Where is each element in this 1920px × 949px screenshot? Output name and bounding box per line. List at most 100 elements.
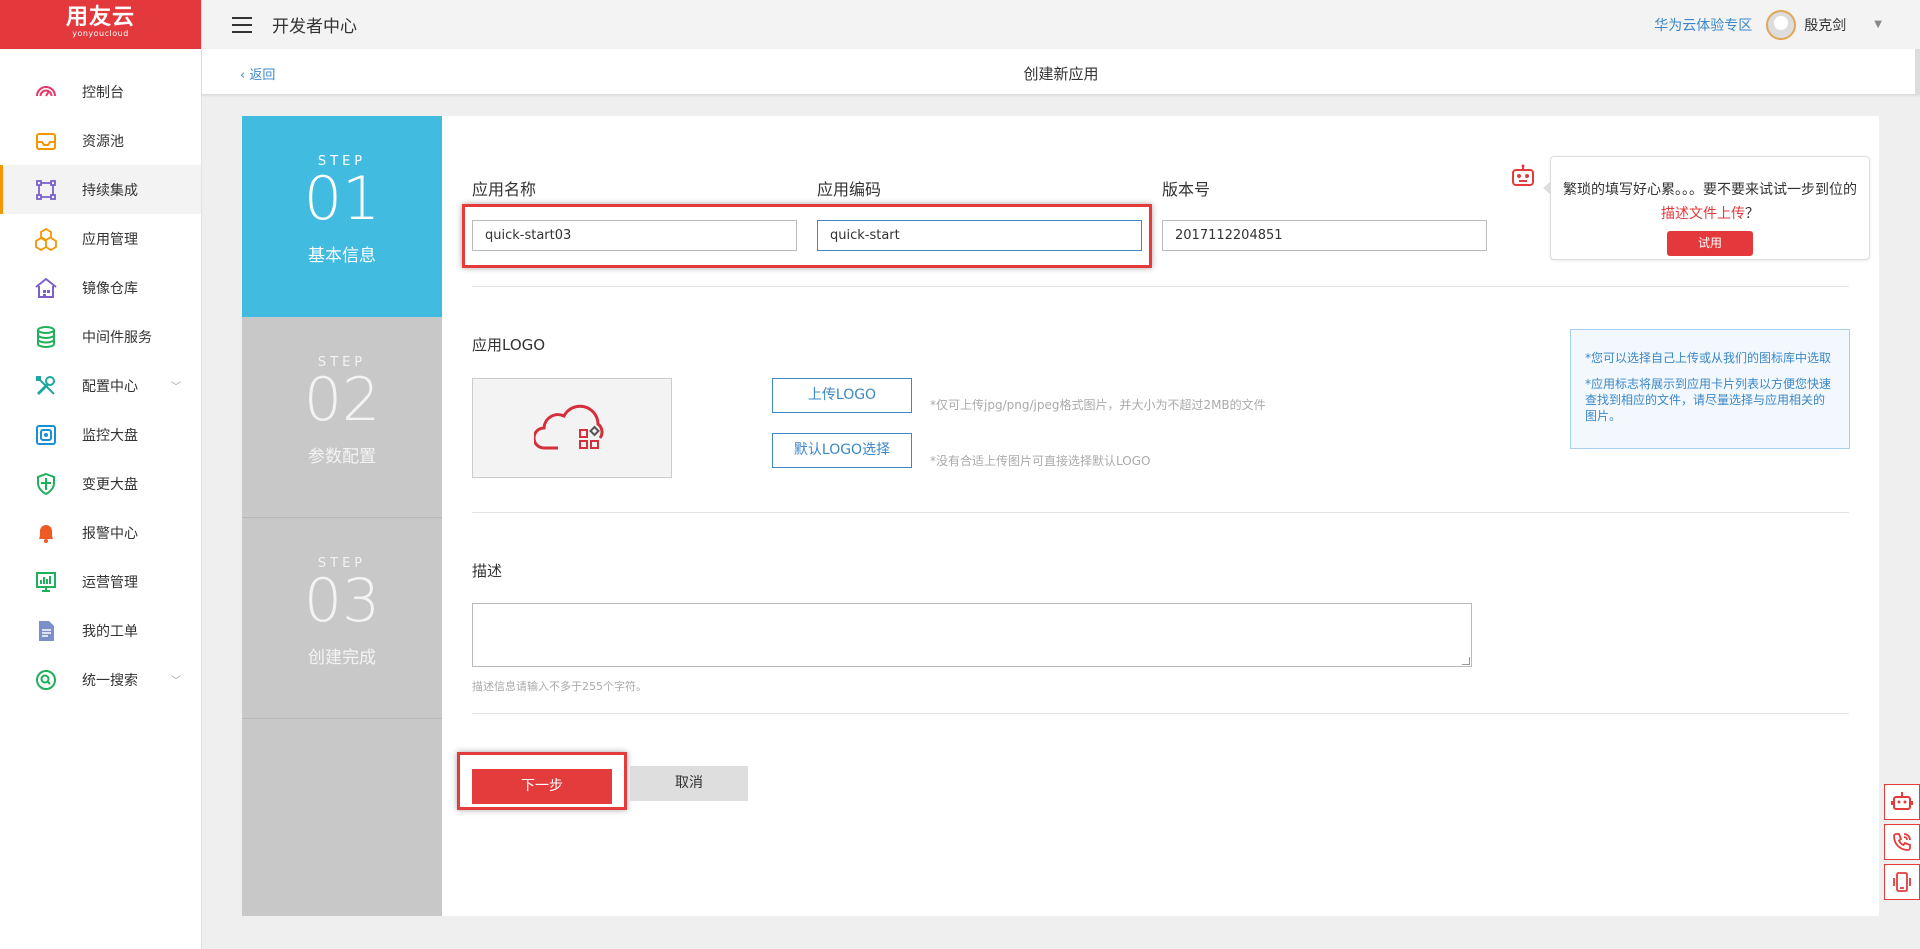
sidebar-item-label: 监控大盘 [82, 427, 138, 444]
step-1: STEP 01 基本信息 [242, 116, 456, 317]
mobile-button[interactable] [1884, 864, 1920, 900]
sidebar-item-operations[interactable]: 运营管理 [0, 557, 201, 606]
sidebar-item-label: 资源池 [82, 133, 124, 150]
divider [472, 286, 1849, 287]
robot-tip-suffix: ？ [1745, 206, 1759, 222]
logo-preview[interactable] [472, 378, 672, 478]
sidebar-item-search[interactable]: 统一搜索 ﹀ [0, 655, 201, 704]
sidebar-item-label: 中间件服务 [82, 329, 152, 346]
version-label: 版本号 [1162, 180, 1211, 199]
step-label: STEP [317, 154, 367, 169]
version-input[interactable]: 2017112204851 [1162, 220, 1487, 251]
create-app-form: 应用名称 quick-start03 应用编码 quick-start 版本号 … [442, 116, 1879, 916]
brand-sub: yonyoucloud [72, 29, 129, 38]
upload-logo-button[interactable]: 上传LOGO [772, 378, 912, 413]
step-number: 01 [303, 164, 381, 234]
username[interactable]: 殷克剑 [1804, 15, 1846, 35]
step-label: STEP [317, 556, 367, 571]
description-textarea[interactable] [472, 603, 1472, 667]
integration-icon [36, 179, 56, 200]
brand-logo[interactable]: 用友云 yonyoucloud [0, 0, 201, 49]
robot-icon [1891, 792, 1913, 810]
back-link[interactable]: ‹ 返回 [240, 64, 275, 83]
logo-label: 应用LOGO [472, 336, 546, 354]
resize-grip[interactable] [1462, 657, 1470, 665]
app-name-input[interactable]: quick-start03 [472, 220, 797, 251]
sidebar-item-continuous-integration[interactable]: 持续集成 [0, 165, 201, 214]
sidebar-item-label: 报警中心 [82, 525, 138, 542]
step-name: 创建完成 [308, 648, 376, 668]
breadcrumb: ‹ 返回 创建新应用 [202, 49, 1920, 95]
sidebar-item-config-center[interactable]: 配置中心 ﹀ [0, 361, 201, 410]
sidebar-nav: 控制台 资源池 持续集成 应用管理 镜像仓库 中间件服务 配置中心 ﹀ 监控大盘… [0, 67, 201, 704]
sidebar-item-label: 控制台 [82, 84, 124, 101]
avatar[interactable] [1766, 9, 1797, 40]
sidebar-item-alarm[interactable]: 报警中心 [0, 508, 201, 557]
sidebar-item-label: 配置中心 [82, 378, 138, 395]
header-right: 华为云体验专区 殷克剑 ▼ [1654, 9, 1882, 40]
shield-icon [37, 472, 55, 495]
back-label: 返回 [249, 68, 276, 83]
logo-info-box: *您可以选择自己上传或从我们的图标库中选取 *应用标志将展示到应用卡片列表以方便… [1570, 329, 1850, 449]
sidebar-item-label: 运营管理 [82, 574, 138, 591]
app-code-input[interactable]: quick-start [817, 220, 1142, 251]
step-number: 02 [303, 365, 381, 435]
sidebar-item-app-management[interactable]: 应用管理 [0, 214, 201, 263]
hamburger-menu-icon[interactable] [232, 16, 252, 33]
sidebar-item-monitor[interactable]: 监控大盘 [0, 410, 201, 459]
bell-icon [39, 524, 53, 543]
chevron-down-icon: ﹀ [171, 676, 181, 687]
description-hint: 描述信息请输入不多于255个字符。 [472, 680, 647, 693]
sidebar-item-tickets[interactable]: 我的工单 [0, 606, 201, 655]
sidebar-item-dashboard[interactable]: 控制台 [0, 67, 201, 116]
cancel-button[interactable]: 取消 [630, 766, 748, 801]
chart-icon [36, 571, 56, 592]
sidebar-item-middleware[interactable]: 中间件服务 [0, 312, 201, 361]
upload-hint: *仅可上传jpg/png/jpeg格式图片，并大小为不超过2MB的文件 [930, 398, 1266, 412]
phone-button[interactable] [1884, 824, 1920, 860]
chevron-left-icon: ‹ [240, 68, 250, 83]
robot-button[interactable] [1884, 784, 1920, 820]
step-name: 基本信息 [308, 246, 376, 266]
default-logo-button[interactable]: 默认LOGO选择 [772, 433, 912, 468]
sidebar-item-label: 应用管理 [82, 231, 138, 248]
robot-icon[interactable] [1510, 164, 1536, 188]
user-dropdown-icon[interactable]: ▼ [1874, 19, 1882, 30]
promo-link[interactable]: 华为云体验专区 [1654, 15, 1752, 35]
sidebar-item-image-repo[interactable]: 镜像仓库 [0, 263, 201, 312]
cloud-apps-icon [534, 404, 604, 450]
try-button[interactable]: 试用 [1667, 231, 1753, 256]
divider [472, 512, 1849, 513]
robot-tip: 繁琐的填写好心累。。。要不要来试试一步到位的 描述文件上传？ 试用 [1543, 156, 1870, 260]
descriptor-upload-link[interactable]: 描述文件上传 [1661, 206, 1745, 222]
inbox-icon [36, 132, 56, 150]
info-text-1: *您可以选择自己上传或从我们的图标库中选取 [1585, 351, 1832, 365]
brand-name: 用友云 [65, 5, 135, 30]
sidebar-item-change[interactable]: 变更大盘 [0, 459, 201, 508]
step-name: 参数配置 [308, 447, 376, 467]
next-step-button[interactable]: 下一步 [472, 769, 612, 804]
monitor-icon [36, 424, 56, 445]
cubes-icon [35, 227, 57, 251]
sidebar-item-label: 持续集成 [82, 182, 138, 199]
floating-tools [1884, 784, 1920, 904]
robot-tip-line2: 描述文件上传？ [1551, 203, 1869, 223]
tools-icon [36, 375, 55, 395]
page-title: 创建新应用 [1023, 65, 1099, 83]
header-title: 开发者中心 [272, 17, 357, 37]
sidebar: 用友云 yonyoucloud 控制台 资源池 持续集成 应用管理 镜像仓库 中… [0, 0, 202, 949]
description-label: 描述 [472, 562, 503, 580]
scrollbar[interactable] [1915, 49, 1920, 95]
mobile-icon [1893, 872, 1911, 892]
phone-icon [1893, 833, 1911, 851]
step-indicator: STEP 01 基本信息 STEP 02 参数配置 STEP 03 创建完成 [242, 116, 456, 916]
sidebar-item-label: 统一搜索 [82, 672, 138, 689]
sidebar-item-resource-pool[interactable]: 资源池 [0, 116, 201, 165]
warehouse-icon [35, 277, 57, 298]
robot-tip-text: 繁琐的填写好心累。。。要不要来试试一步到位的 [1563, 182, 1857, 198]
step-2: STEP 02 参数配置 [242, 317, 442, 518]
default-logo-hint: *没有合适上传图片可直接选择默认LOGO [930, 454, 1151, 468]
top-bar: 开发者中心 华为云体验专区 殷克剑 ▼ [202, 0, 1920, 49]
info-text-2: *应用标志将展示到应用卡片列表以方便您快速查找到相应的文件，请尽量选择与应用相关… [1585, 377, 1832, 423]
search-icon [36, 669, 56, 690]
